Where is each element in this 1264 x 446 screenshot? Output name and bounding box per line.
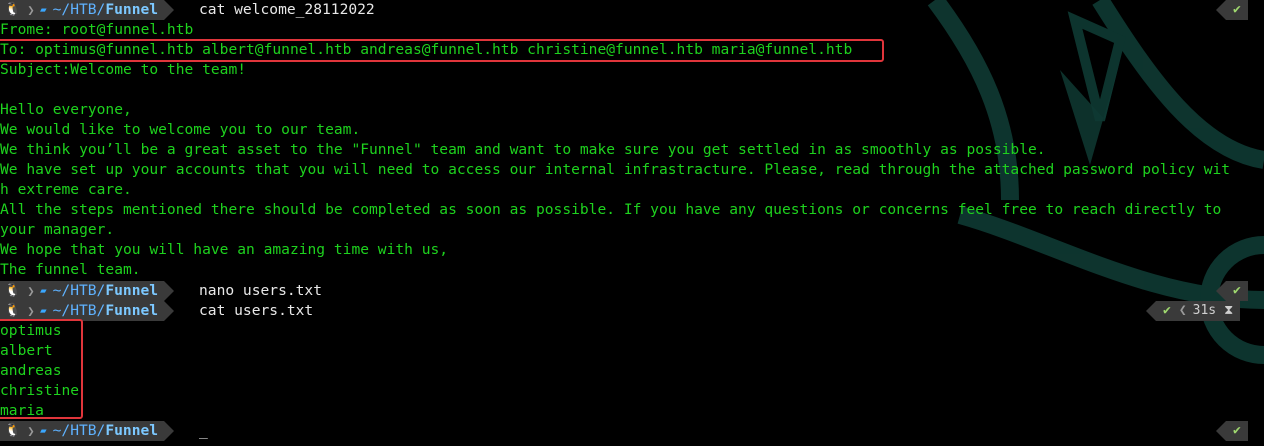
- output-line: Hello everyone,: [0, 101, 132, 118]
- chevron-right-icon: ❯: [26, 421, 36, 441]
- linux-tux-icon: 🐧: [0, 281, 26, 301]
- hourglass-icon: ⧗: [1224, 303, 1234, 318]
- folder-icon: ▰: [40, 3, 47, 16]
- output-line: We have set up your accounts that you wi…: [0, 161, 1231, 178]
- text-cursor[interactable]: _: [199, 421, 208, 441]
- output-line: your manager.: [0, 221, 115, 238]
- prompt-line[interactable]: 🐧 ❯ ▰ ~/HTB/Funnel _ ✔: [0, 421, 1264, 441]
- check-icon: ✔: [1233, 2, 1241, 17]
- output-line: The funnel team.: [0, 261, 141, 278]
- chevron-right-icon: ❯: [26, 301, 36, 321]
- linux-tux-icon: 🐧: [0, 301, 26, 321]
- folder-icon: ▰: [40, 284, 47, 297]
- check-icon: ✔: [1163, 303, 1171, 318]
- chevron-right-icon: ❯: [26, 0, 36, 20]
- linux-tux-icon: 🐧: [0, 0, 26, 20]
- output-line: We hope that you will have an amazing ti…: [0, 241, 449, 258]
- prompt: 🐧 ❯ ▰ ~/HTB/Funnel: [0, 0, 175, 20]
- status-segment: ✔ ❮ 31s ⧗: [1146, 301, 1241, 321]
- output-line: Frome: root@funnel.htb: [0, 21, 194, 38]
- highlight-users-box: [0, 319, 83, 419]
- status-segment: ✔: [1216, 421, 1248, 441]
- duration-text: 31s: [1192, 303, 1217, 318]
- check-icon: ✔: [1233, 283, 1241, 298]
- prompt-path: ▰ ~/HTB/Funnel: [36, 421, 165, 441]
- check-icon: ✔: [1233, 423, 1241, 438]
- prompt-path: ▰ ~/HTB/Funnel: [36, 301, 165, 321]
- output-line: We think you’ll be a great asset to the …: [0, 141, 1046, 158]
- output-line: We would like to welcome you to our team…: [0, 121, 361, 138]
- prompt-line: 🐧 ❯ ▰ ~/HTB/Funnel cat users.txt ✔ ❮ 31s…: [0, 301, 1264, 321]
- terminal-window[interactable]: 🐧 ❯ ▰ ~/HTB/Funnel cat welcome_28112022 …: [0, 0, 1264, 446]
- prompt-line: 🐧 ❯ ▰ ~/HTB/Funnel cat welcome_28112022 …: [0, 0, 1264, 20]
- output-line: All the steps mentioned there should be …: [0, 201, 1222, 218]
- linux-tux-icon: 🐧: [0, 421, 26, 441]
- folder-icon: ▰: [40, 304, 47, 317]
- command-text: nano users.txt: [199, 282, 323, 299]
- chevron-right-icon: ❯: [26, 281, 36, 301]
- status-segment: ✔: [1216, 0, 1248, 20]
- prompt-line: 🐧 ❯ ▰ ~/HTB/Funnel nano users.txt ✔: [0, 281, 1264, 301]
- output-line: h extreme care.: [0, 181, 132, 198]
- prompt: 🐧 ❯ ▰ ~/HTB/Funnel: [0, 421, 175, 441]
- chevron-left-icon: ❮: [1178, 303, 1187, 318]
- command-text: cat users.txt: [199, 302, 314, 319]
- highlight-recipients-box: [0, 39, 884, 62]
- output-line: Subject:Welcome to the team!: [0, 61, 247, 78]
- prompt-path: ▰ ~/HTB/Funnel: [36, 0, 165, 20]
- prompt: 🐧 ❯ ▰ ~/HTB/Funnel: [0, 301, 175, 321]
- command-text: cat welcome_28112022: [199, 1, 375, 18]
- prompt-path: ▰ ~/HTB/Funnel: [36, 281, 165, 301]
- prompt: 🐧 ❯ ▰ ~/HTB/Funnel: [0, 281, 175, 301]
- folder-icon: ▰: [40, 424, 47, 437]
- status-segment: ✔: [1216, 281, 1248, 301]
